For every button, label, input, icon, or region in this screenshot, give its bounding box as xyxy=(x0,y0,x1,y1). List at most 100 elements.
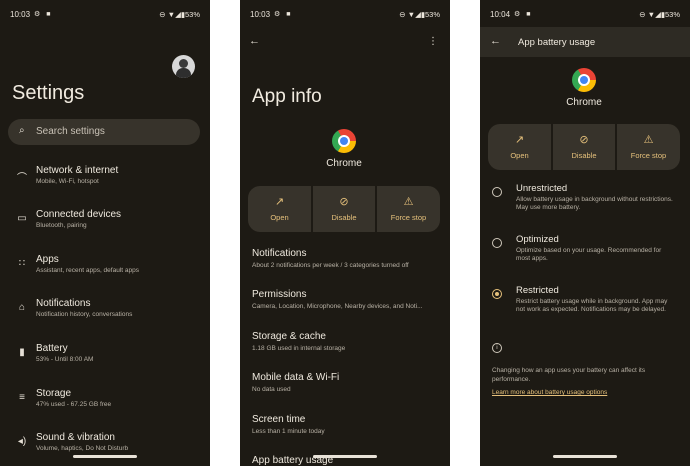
warning-icon: ⚠ xyxy=(403,196,414,208)
back-arrow-icon[interactable]: ← xyxy=(490,35,501,47)
settings-item-apps[interactable]: ∷ Apps Assistant, recent apps, default a… xyxy=(0,254,210,294)
open-icon: ↗ xyxy=(274,196,285,208)
home-indicator[interactable] xyxy=(553,455,617,458)
page-title: App battery usage xyxy=(518,37,596,48)
status-notification-icons: ⚙ ■ xyxy=(274,11,293,18)
radio-optimized[interactable] xyxy=(492,238,502,248)
page-title: App info xyxy=(252,86,322,107)
warning-icon: ⚠ xyxy=(643,134,654,146)
settings-item-storage[interactable]: ≡ Storage 47% used - 67.25 GB free xyxy=(0,388,210,428)
info-item-title: Notifications xyxy=(252,248,307,259)
disable-label: Disable xyxy=(331,213,357,222)
status-time: 10:03 xyxy=(10,10,31,19)
info-item-subtitle: Camera, Location, Microphone, Nearby dev… xyxy=(252,303,423,310)
settings-item-title: Connected devices xyxy=(36,209,122,220)
option-description: Restrict battery usage while in backgrou… xyxy=(516,298,668,313)
wifi-icon: ⌒ xyxy=(17,173,27,184)
settings-item-network[interactable]: ⌒ Network & internet Mobile, Wi-Fi, hots… xyxy=(0,165,210,205)
search-icon: ⌕ xyxy=(19,125,25,136)
settings-item-battery[interactable]: ▮ Battery 53% - Until 8:00 AM xyxy=(0,343,210,383)
open-button[interactable]: ↗ Open xyxy=(488,124,551,170)
devices-icon: ▭ xyxy=(17,213,27,224)
open-label: Open xyxy=(270,213,289,222)
more-options-icon[interactable]: ⋮ xyxy=(428,36,438,47)
info-item-permissions[interactable]: Permissions Camera, Location, Microphone… xyxy=(252,289,444,310)
settings-item-title: Notifications xyxy=(36,298,91,309)
settings-item-subtitle: Volume, haptics, Do Not Disturb xyxy=(36,445,129,452)
open-button[interactable]: ↗ Open xyxy=(248,186,311,232)
force-stop-button[interactable]: ⚠ Force stop xyxy=(377,186,440,232)
battery-icon: ▮ xyxy=(19,347,25,358)
settings-item-notifications[interactable]: ⌂ Notifications Notification history, co… xyxy=(0,298,210,338)
page-title: Settings xyxy=(12,82,85,104)
info-icon: i xyxy=(492,343,502,353)
avatar-head xyxy=(179,59,188,68)
open-icon: ↗ xyxy=(514,134,525,146)
chrome-logo-icon xyxy=(332,129,356,153)
status-system-icons: ⊖ ▼◢▮53% xyxy=(639,10,680,19)
status-bar: 10:03 ⚙ ■ ⊖ ▼◢▮53% xyxy=(10,10,200,22)
disable-icon: ⊘ xyxy=(339,196,349,208)
battery-note: Changing how an app uses your battery ca… xyxy=(492,367,646,383)
option-title: Unrestricted xyxy=(516,183,568,194)
disable-label: Disable xyxy=(571,151,597,160)
avatar-body xyxy=(176,68,191,78)
info-item-title: Mobile data & Wi-Fi xyxy=(252,372,340,383)
app-actions: ↗ Open ⊘ Disable ⚠ Force stop xyxy=(248,186,440,232)
option-restricted[interactable]: Restricted Restrict battery usage while … xyxy=(480,285,690,333)
settings-item-connected-devices[interactable]: ▭ Connected devices Bluetooth, pairing xyxy=(0,209,210,249)
disable-button[interactable]: ⊘ Disable xyxy=(553,124,615,170)
info-item-mobile-data[interactable]: Mobile data & Wi-Fi No data used xyxy=(252,372,444,393)
status-system-icons: ⊖ ▼◢▮53% xyxy=(159,10,200,19)
info-item-subtitle: About 2 notifications per week / 3 categ… xyxy=(252,262,409,269)
app-name: Chrome xyxy=(566,97,602,108)
disable-button[interactable]: ⊘ Disable xyxy=(313,186,375,232)
info-item-subtitle: 1.18 GB used in internal storage xyxy=(252,345,346,352)
search-input[interactable]: Search settings xyxy=(36,126,105,137)
settings-item-subtitle: 53% - Until 8:00 AM xyxy=(36,356,94,363)
home-indicator[interactable] xyxy=(73,455,137,458)
option-description: Allow battery usage in background withou… xyxy=(516,196,673,211)
sound-icon: ◂) xyxy=(17,436,27,447)
info-item-subtitle: No data used xyxy=(252,386,291,393)
settings-item-title: Sound & vibration xyxy=(36,432,115,443)
info-item-notifications[interactable]: Notifications About 2 notifications per … xyxy=(252,248,444,269)
settings-screen: 10:03 ⚙ ■ ⊖ ▼◢▮53% Settings ⌕ Search set… xyxy=(0,0,210,466)
status-system-icons: ⊖ ▼◢▮53% xyxy=(399,10,440,19)
radio-unrestricted[interactable] xyxy=(492,187,502,197)
app-name: Chrome xyxy=(326,158,362,169)
status-notification-icons: ⚙ ■ xyxy=(514,11,533,18)
avatar[interactable] xyxy=(172,55,195,78)
bell-icon: ⌂ xyxy=(18,302,26,313)
battery-usage-screen: 10:04 ⚙ ■ ⊖ ▼◢▮53% ← App battery usage C… xyxy=(480,0,690,466)
settings-item-subtitle: Mobile, Wi-Fi, hotspot xyxy=(36,178,99,185)
settings-item-subtitle: Bluetooth, pairing xyxy=(36,222,87,229)
info-item-title: Permissions xyxy=(252,289,307,300)
home-indicator[interactable] xyxy=(313,455,377,458)
force-stop-label: Force stop xyxy=(390,213,427,222)
app-info-screen: 10:03 ⚙ ■ ⊖ ▼◢▮53% ← ⋮ App info Chrome ↗… xyxy=(240,0,450,466)
info-item-title: Storage & cache xyxy=(252,331,326,342)
option-description: Optimize based on your usage. Recommende… xyxy=(516,247,662,262)
settings-item-title: Storage xyxy=(36,388,72,399)
info-item-storage[interactable]: Storage & cache 1.18 GB used in internal… xyxy=(252,331,444,352)
info-item-subtitle: Less than 1 minute today xyxy=(252,428,325,435)
back-arrow-icon[interactable]: ← xyxy=(249,35,260,47)
settings-item-subtitle: Notification history, conversations xyxy=(36,311,133,318)
app-actions: ↗ Open ⊘ Disable ⚠ Force stop xyxy=(488,124,680,170)
force-stop-button[interactable]: ⚠ Force stop xyxy=(617,124,680,170)
settings-item-sound[interactable]: ◂) Sound & vibration Volume, haptics, Do… xyxy=(0,432,210,466)
search-bar[interactable]: ⌕ Search settings xyxy=(8,119,200,145)
settings-item-title: Apps xyxy=(36,254,59,265)
storage-icon: ≡ xyxy=(19,392,25,403)
status-notification-icons: ⚙ ■ xyxy=(34,11,53,18)
force-stop-label: Force stop xyxy=(630,151,667,160)
option-title: Optimized xyxy=(516,234,559,245)
info-item-screen-time[interactable]: Screen time Less than 1 minute today xyxy=(252,414,444,435)
top-app-bar: ← App battery usage xyxy=(480,27,690,57)
option-optimized[interactable]: Optimized Optimize based on your usage. … xyxy=(480,234,690,274)
radio-restricted[interactable] xyxy=(492,289,502,299)
learn-more-link[interactable]: Learn more about battery usage options xyxy=(492,389,607,396)
info-item-title: Screen time xyxy=(252,414,306,425)
option-unrestricted[interactable]: Unrestricted Allow battery usage in back… xyxy=(480,183,690,223)
